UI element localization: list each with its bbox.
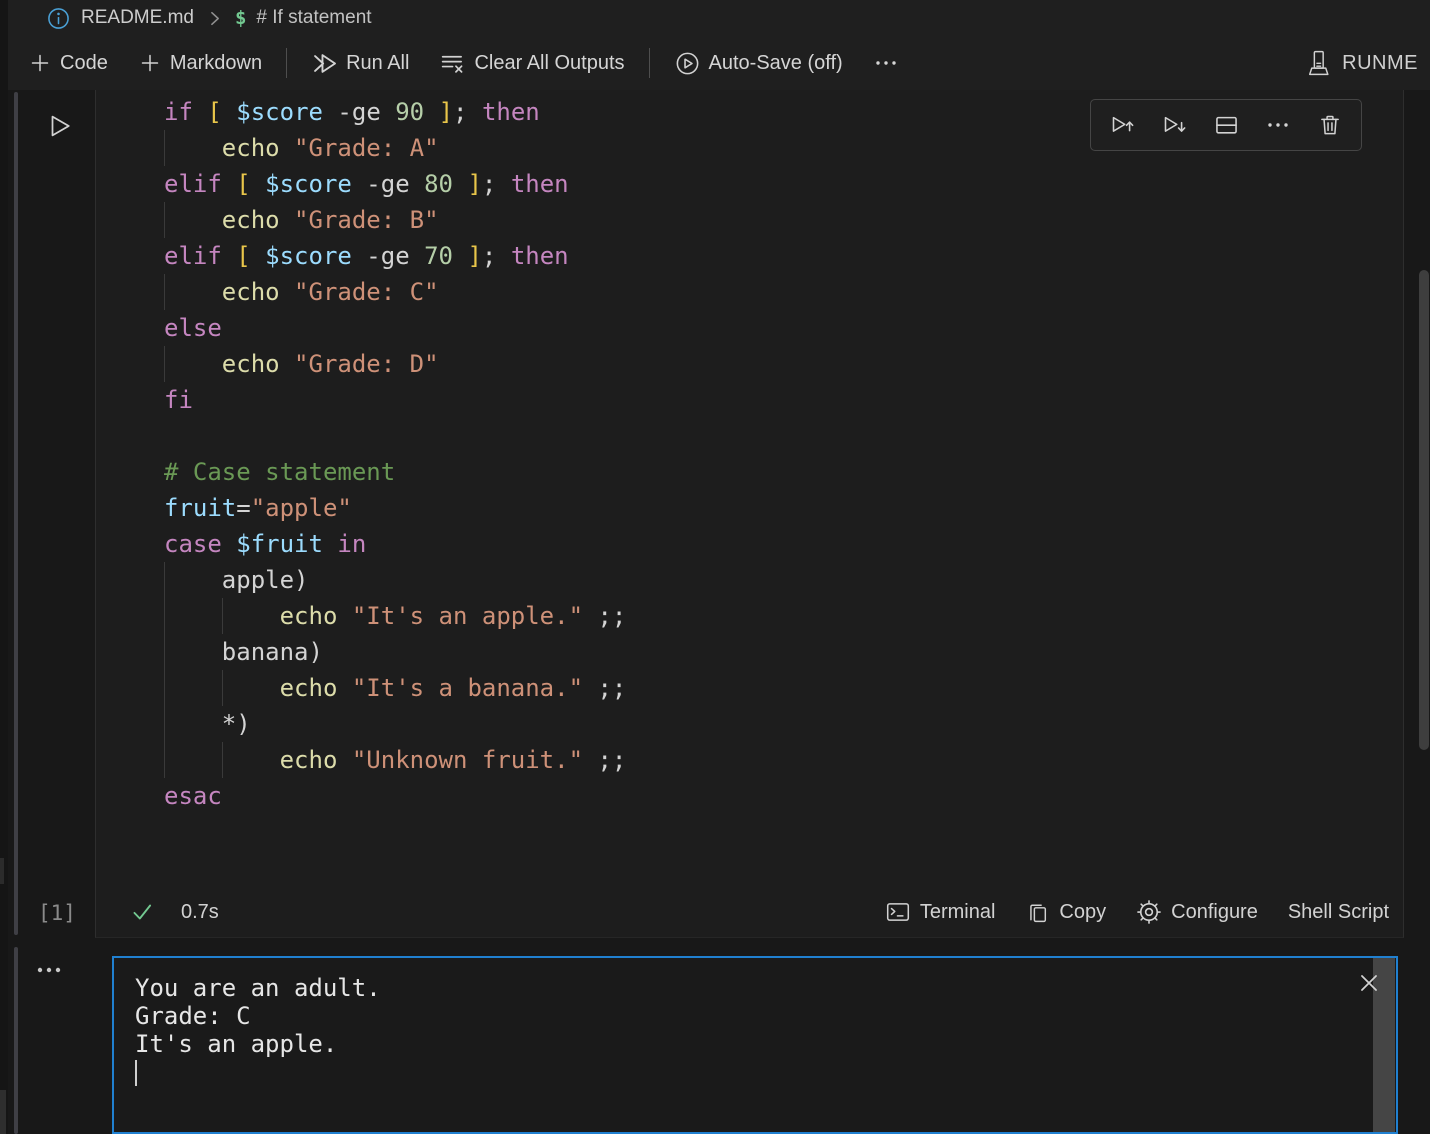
chevron-right-icon xyxy=(204,8,225,29)
code-line: # Case statement xyxy=(164,454,1403,490)
configure-label: Configure xyxy=(1171,901,1258,924)
add-code-cell-button[interactable]: Code xyxy=(28,51,108,75)
code-line: echo "Unknown fruit." ;; xyxy=(164,742,1403,778)
terminal-button[interactable]: Terminal xyxy=(885,899,996,925)
edge-mark xyxy=(0,858,4,884)
code-line: elif [ $score -ge 70 ]; then xyxy=(164,238,1403,274)
configure-button[interactable]: Configure xyxy=(1136,899,1258,925)
code-line: *) xyxy=(164,706,1403,742)
code-line: fruit="apple" xyxy=(164,490,1403,526)
cell-toolbar xyxy=(1090,99,1362,151)
run-cell-button[interactable] xyxy=(44,110,76,142)
cell-focus-bar xyxy=(14,92,18,935)
code-line xyxy=(164,850,1403,886)
close-output-button[interactable] xyxy=(1356,970,1382,996)
code-line xyxy=(164,418,1403,454)
execution-duration: 0.7s xyxy=(181,901,219,924)
breadcrumb: README.md $ # If statement xyxy=(46,0,372,36)
run-all-icon xyxy=(311,50,338,77)
more-actions-button[interactable] xyxy=(873,50,899,76)
terminal-cursor-line xyxy=(135,1058,1396,1086)
run-all-button[interactable]: Run All xyxy=(311,50,409,77)
breadcrumb-shell-symbol: $ xyxy=(235,7,246,29)
code-line: banana) xyxy=(164,634,1403,670)
terminal-cursor xyxy=(135,1060,137,1086)
output-collapse-button[interactable] xyxy=(36,964,66,976)
success-check-icon xyxy=(129,899,155,925)
output-line: You are an adult. xyxy=(135,974,1396,1002)
info-icon xyxy=(46,6,71,31)
code-line: else xyxy=(164,310,1403,346)
add-code-label: Code xyxy=(60,52,108,75)
execution-count: [1] xyxy=(38,898,76,928)
add-markdown-cell-button[interactable]: Markdown xyxy=(138,51,262,75)
code-area[interactable]: if [ $score -ge 90 ]; then echo "Grade: … xyxy=(96,94,1403,886)
auto-save-toggle[interactable]: Auto-Save (off) xyxy=(674,50,843,77)
copy-icon xyxy=(1025,900,1050,925)
editor-scrollbar[interactable] xyxy=(1419,270,1429,750)
code-line: elif [ $score -ge 80 ]; then xyxy=(164,166,1403,202)
notebook-toolbar: Code Markdown Run All Clear xyxy=(0,36,1430,90)
code-line: echo "It's a banana." ;; xyxy=(164,670,1403,706)
code-line: case $fruit in xyxy=(164,526,1403,562)
code-line: echo "Grade: C" xyxy=(164,274,1403,310)
code-line: fi xyxy=(164,382,1403,418)
clear-all-icon xyxy=(439,50,466,77)
delete-cell-button[interactable] xyxy=(1316,111,1344,139)
runme-brand-label: RUNME xyxy=(1342,52,1418,75)
toolbar-separator xyxy=(286,48,287,78)
terminal-icon xyxy=(885,899,911,925)
notebook-main: if [ $score -ge 90 ]; then echo "Grade: … xyxy=(0,90,1430,1134)
runme-logo-icon xyxy=(1304,49,1333,78)
terminal-output-text[interactable]: You are an adult.Grade: CIt's an apple. xyxy=(114,958,1396,1086)
window-edge xyxy=(0,0,8,1134)
output-focus-bar xyxy=(14,947,18,1134)
play-circle-icon xyxy=(674,50,701,77)
execute-above-button[interactable] xyxy=(1108,111,1136,139)
terminal-output-panel[interactable]: You are an adult.Grade: CIt's an apple. xyxy=(112,956,1398,1134)
notebook-header: README.md $ # If statement Code Markdown xyxy=(0,0,1430,90)
run-all-label: Run All xyxy=(346,52,409,75)
plus-icon xyxy=(138,51,162,75)
code-line: echo "Grade: B" xyxy=(164,202,1403,238)
code-cell[interactable]: if [ $score -ge 90 ]; then echo "Grade: … xyxy=(95,90,1404,938)
execute-below-button[interactable] xyxy=(1160,111,1188,139)
clear-all-outputs-button[interactable]: Clear All Outputs xyxy=(439,50,624,77)
terminal-label: Terminal xyxy=(920,901,996,924)
code-line: echo "It's an apple." ;; xyxy=(164,598,1403,634)
output-line: Grade: C xyxy=(135,1002,1396,1030)
language-label: Shell Script xyxy=(1288,901,1389,924)
ellipsis-icon xyxy=(873,50,899,76)
add-markdown-label: Markdown xyxy=(170,52,262,75)
breadcrumb-file[interactable]: README.md xyxy=(81,7,194,29)
runme-brand[interactable]: RUNME xyxy=(1304,49,1430,78)
language-picker[interactable]: Shell Script xyxy=(1288,901,1389,924)
copy-button[interactable]: Copy xyxy=(1025,900,1106,925)
output-line: It's an apple. xyxy=(135,1030,1396,1058)
code-line: esac xyxy=(164,778,1403,814)
plus-icon xyxy=(28,51,52,75)
more-cell-actions-button[interactable] xyxy=(1264,111,1292,139)
cell-status-bar: 0.7s Terminal xyxy=(96,887,1403,937)
toolbar-separator xyxy=(649,48,650,78)
breadcrumb-section[interactable]: # If statement xyxy=(256,7,371,29)
code-line: apple) xyxy=(164,562,1403,598)
auto-save-label: Auto-Save (off) xyxy=(709,52,843,75)
copy-label: Copy xyxy=(1059,901,1106,924)
code-line xyxy=(164,814,1403,850)
gear-icon xyxy=(1136,899,1162,925)
split-cell-button[interactable] xyxy=(1212,111,1240,139)
clear-all-label: Clear All Outputs xyxy=(474,52,624,75)
code-line: echo "Grade: D" xyxy=(164,346,1403,382)
edge-scrollbar[interactable] xyxy=(0,1090,6,1134)
